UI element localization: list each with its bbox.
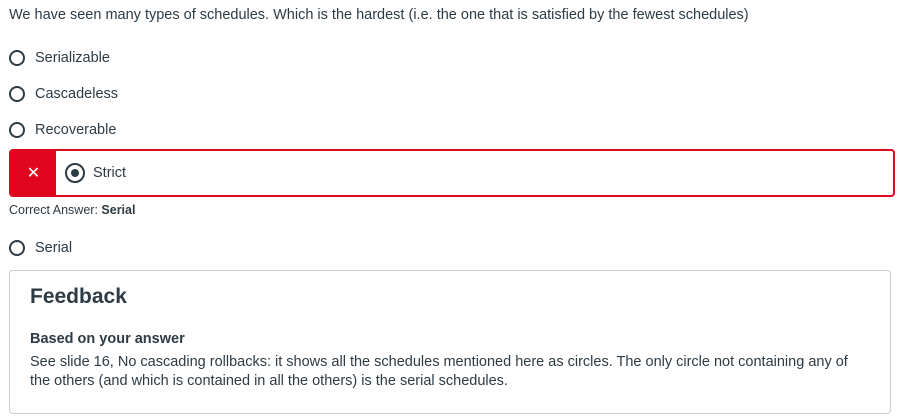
correct-answer-value: Serial: [101, 203, 136, 217]
feedback-subtitle: Based on your answer: [30, 331, 185, 347]
option-recoverable[interactable]: Recoverable: [9, 119, 116, 141]
feedback-title: Feedback: [30, 285, 127, 308]
option-label: Serial: [35, 240, 73, 256]
option-label: Serializable: [35, 50, 110, 66]
radio-checked-icon[interactable]: [65, 163, 85, 183]
correct-answer-prefix: Correct Answer:: [9, 203, 98, 217]
option-strict-incorrect[interactable]: ✕ Strict: [9, 149, 895, 197]
option-cascadeless[interactable]: Cascadeless: [9, 83, 118, 105]
option-serializable[interactable]: Serializable: [9, 47, 110, 69]
radio-unchecked-icon[interactable]: [9, 50, 25, 66]
option-label: Strict: [93, 165, 127, 181]
radio-unchecked-icon[interactable]: [9, 122, 25, 138]
correct-answer: Correct Answer: Serial: [9, 203, 135, 217]
option-serial[interactable]: Serial: [9, 237, 72, 259]
option-label: Cascadeless: [35, 86, 119, 102]
question-text: We have seen many types of schedules. Wh…: [9, 7, 749, 23]
incorrect-icon: ✕: [11, 151, 56, 195]
radio-unchecked-icon[interactable]: [9, 240, 25, 256]
radio-unchecked-icon[interactable]: [9, 86, 25, 102]
feedback-text: See slide 16, No cascading rollbacks: it…: [30, 354, 848, 389]
feedback-panel: Feedback Based on your answer See slide …: [9, 270, 891, 414]
option-label: Recoverable: [35, 122, 117, 138]
